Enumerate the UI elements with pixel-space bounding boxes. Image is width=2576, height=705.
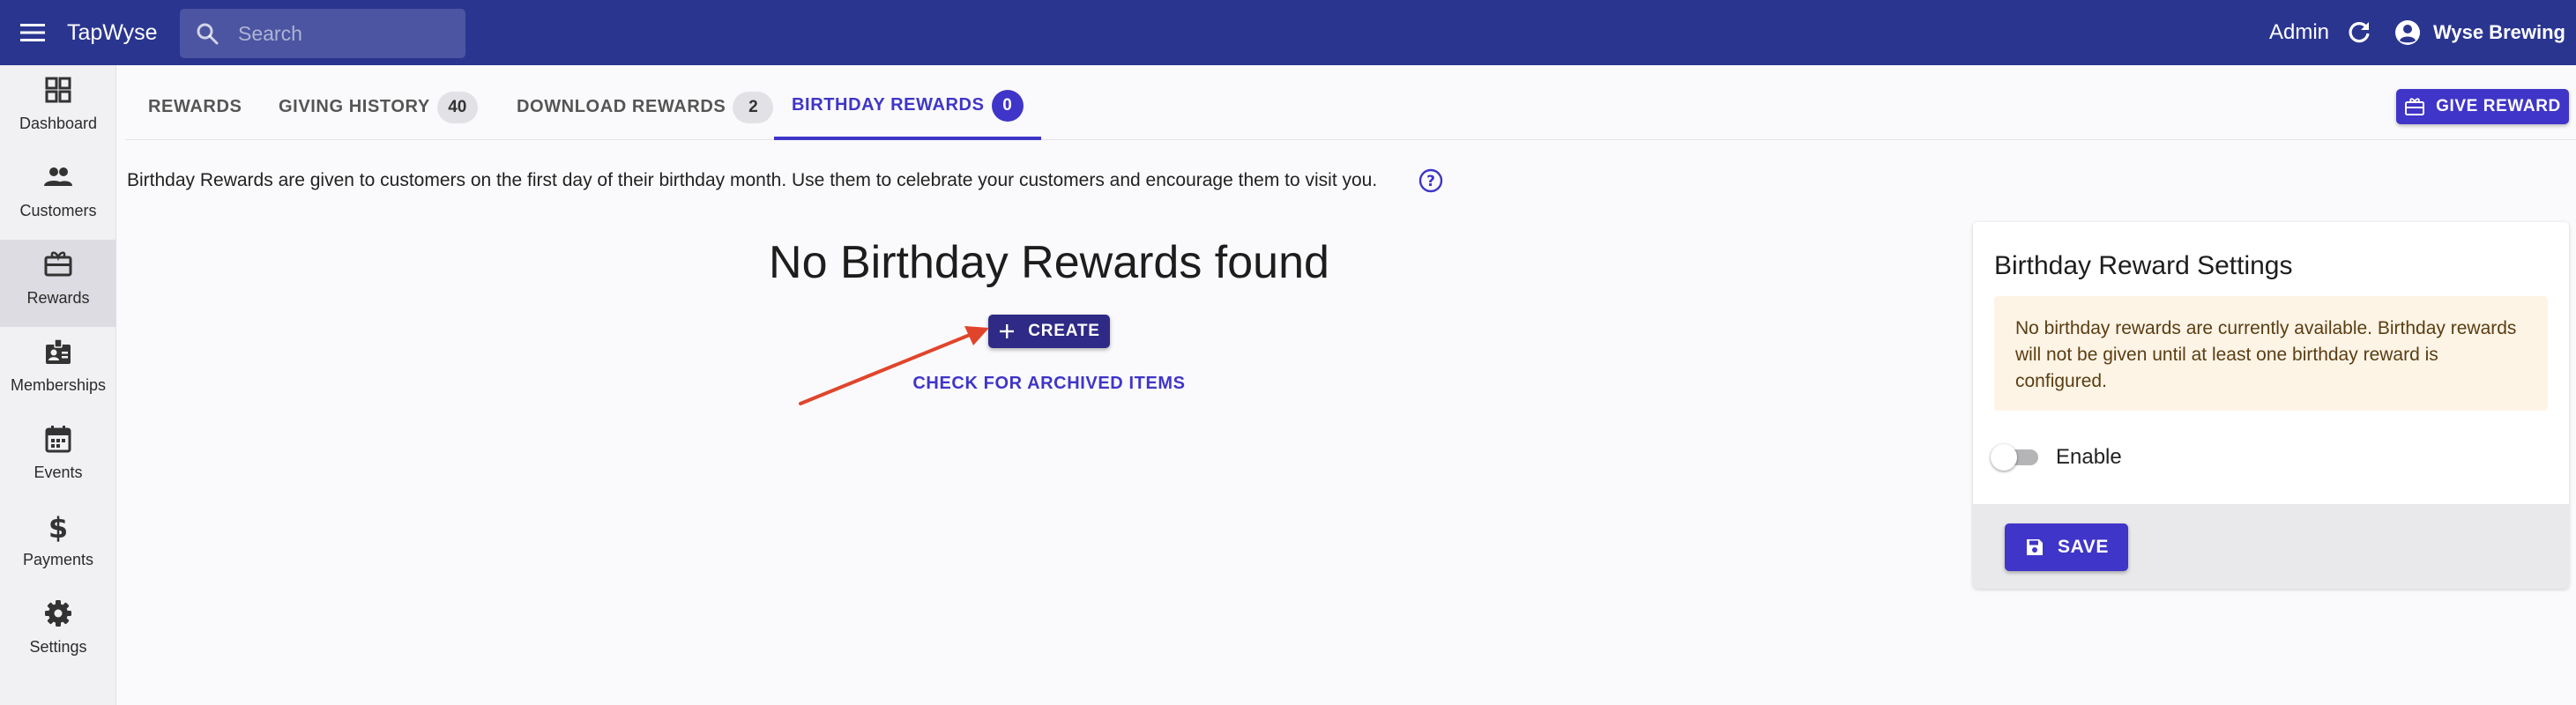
save-button[interactable]: SAVE (2005, 523, 2128, 571)
sidebar-item-dashboard[interactable]: Dashboard (0, 65, 116, 152)
gift-card-icon (2405, 98, 2425, 115)
sidebar-item-label: Dashboard (19, 115, 98, 132)
calendar-icon (45, 426, 71, 453)
annotation-arrow (799, 326, 989, 405)
count-badge: 0 (991, 89, 1024, 122)
sidebar-item-events[interactable]: Events (0, 414, 116, 501)
sidebar: Dashboard Customers Rewards Memberships (0, 65, 116, 705)
sidebar-item-memberships[interactable]: Memberships (0, 327, 116, 414)
search-box[interactable] (180, 9, 465, 58)
gift-card-icon (44, 251, 72, 277)
warning-alert: No birthday rewards are currently availa… (1994, 296, 2548, 411)
tab-download-rewards[interactable]: DOWNLOAD REWARDS 2 (504, 74, 785, 140)
dollar-icon: $ (48, 511, 68, 542)
card-footer: SAVE (1973, 504, 2569, 589)
page-description: Birthday Rewards are given to customers … (127, 170, 1378, 190)
enable-toggle[interactable] (1991, 441, 2040, 472)
plus-icon (1000, 324, 1015, 338)
create-label: CREATE (1028, 322, 1100, 340)
give-reward-button[interactable]: GIVE REWARD (2396, 89, 2569, 124)
sidebar-item-customers[interactable]: Customers (0, 152, 116, 240)
sidebar-item-label: Settings (29, 638, 87, 656)
give-reward-label: GIVE REWARD (2436, 97, 2561, 115)
svg-text:$: $ (48, 511, 68, 542)
count-badge: 40 (436, 91, 478, 123)
sidebar-item-label: Events (34, 464, 83, 481)
gear-icon (45, 600, 71, 627)
refresh-icon[interactable] (2345, 19, 2373, 47)
tab-birthday-rewards[interactable]: BIRTHDAY REWARDS 0 (774, 74, 1041, 140)
search-input[interactable] (238, 18, 450, 49)
account-name: Wyse Brewing (2433, 21, 2565, 43)
create-button[interactable]: CREATE (988, 315, 1110, 348)
sidebar-item-settings[interactable]: Settings (0, 589, 116, 676)
sidebar-item-label: Memberships (10, 376, 107, 394)
menu-icon[interactable] (18, 19, 48, 47)
help-icon[interactable]: ? (1418, 167, 1444, 194)
empty-state-title: No Birthday Rewards found (769, 237, 1329, 288)
toggle-thumb (1991, 444, 2017, 471)
sidebar-item-rewards[interactable]: Rewards (0, 240, 116, 327)
tab-label: DOWNLOAD REWARDS (517, 97, 726, 116)
app-brand[interactable]: TapWyse (67, 18, 158, 48)
birthday-reward-settings-card: Birthday Reward Settings No birthday rew… (1973, 222, 2569, 589)
tab-label: REWARDS (148, 97, 242, 116)
dashboard-icon (45, 77, 71, 103)
save-label: SAVE (2057, 537, 2110, 557)
sidebar-item-label: Customers (19, 202, 97, 219)
tab-label: BIRTHDAY REWARDS (792, 95, 985, 115)
sidebar-item-payments[interactable]: $ Payments (0, 501, 116, 589)
badge-icon (46, 338, 71, 364)
enable-label: Enable (2056, 445, 2122, 469)
tab-bar: REWARDS GIVING HISTORY 40 DOWNLOAD REWAR… (125, 74, 2576, 140)
tab-rewards[interactable]: REWARDS (136, 74, 254, 140)
search-icon (197, 23, 219, 45)
svg-text:?: ? (1426, 173, 1435, 190)
sidebar-item-label: Payments (22, 551, 94, 568)
tab-label: GIVING HISTORY (279, 97, 430, 116)
card-title: Birthday Reward Settings (1994, 251, 2293, 280)
account-menu[interactable]: Wyse Brewing (2394, 16, 2565, 49)
admin-label: Admin (2269, 20, 2330, 44)
sidebar-item-label: Rewards (26, 289, 90, 307)
account-circle-icon (2395, 20, 2420, 45)
tab-giving-history[interactable]: GIVING HISTORY 40 (266, 74, 490, 140)
count-badge: 2 (733, 91, 774, 123)
top-app-bar: TapWyse Admin Wyse Brewing (0, 0, 2576, 65)
floppy-disk-icon (2026, 539, 2043, 555)
people-icon (44, 167, 72, 186)
